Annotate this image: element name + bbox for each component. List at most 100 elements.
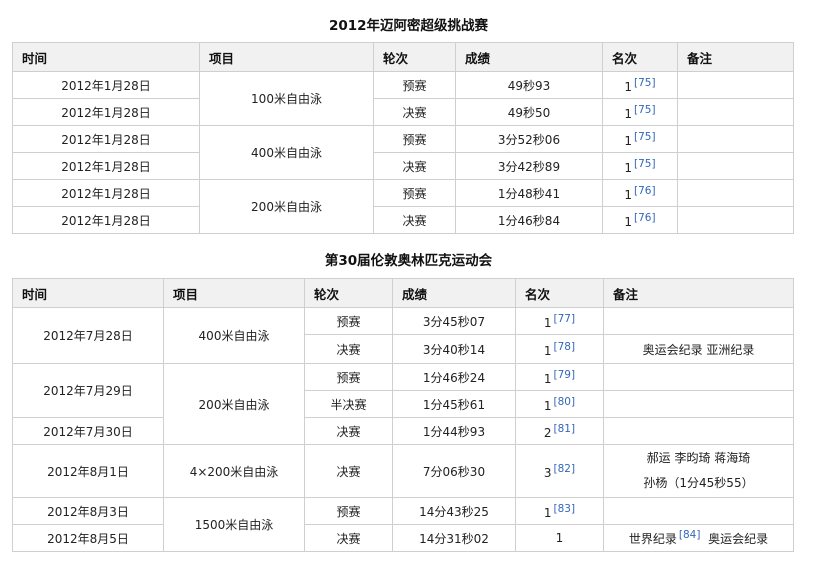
table-row: 2012年8月5日 决赛 14分31秒02 1 世界纪录 [84] 奥运会纪录 bbox=[12, 524, 794, 552]
event-cell: 200米自由泳 bbox=[163, 363, 305, 445]
date-cell: 2012年7月28日 bbox=[12, 307, 164, 364]
date-cell: 2012年7月29日 bbox=[12, 363, 164, 418]
reference-link[interactable]: [77] bbox=[554, 313, 576, 325]
reference-link[interactable]: [78] bbox=[554, 341, 576, 353]
round-cell: 预赛 bbox=[373, 179, 456, 207]
round-cell: 决赛 bbox=[304, 417, 393, 445]
round-cell: 决赛 bbox=[373, 98, 456, 126]
results-table-london: 时间 项目 轮次 成绩 名次 备注 2012年7月28日 400米自由泳 预赛 … bbox=[12, 278, 794, 552]
reference-link[interactable]: [79] bbox=[554, 369, 576, 381]
header-rank: 名次 bbox=[602, 42, 678, 72]
rank-cell: 1 [75] bbox=[602, 71, 678, 99]
notes-cell bbox=[677, 98, 794, 126]
rank-cell: 1 [79] bbox=[515, 363, 604, 391]
rank-value: 1 bbox=[543, 398, 552, 413]
date-cell: 2012年8月3日 bbox=[12, 497, 164, 525]
round-cell: 决赛 bbox=[373, 206, 456, 234]
notes-cell bbox=[677, 71, 794, 99]
table-row: 2012年7月30日 决赛 1分44秒93 2 [81] bbox=[12, 417, 794, 445]
date-cell: 2012年1月28日 bbox=[12, 206, 200, 234]
reference-link[interactable]: [76] bbox=[634, 185, 656, 197]
result-cell: 14分31秒02 bbox=[392, 524, 516, 552]
table-row: 2012年8月1日 4×200米自由泳 决赛 7分06秒30 3 [82] 郝运 … bbox=[12, 444, 794, 498]
event-cell: 400米自由泳 bbox=[199, 125, 374, 180]
reference-link[interactable]: [75] bbox=[634, 158, 656, 170]
rank-value: 1 bbox=[543, 505, 552, 520]
rank-value: 1 bbox=[543, 371, 552, 386]
result-cell: 1分48秒41 bbox=[455, 179, 603, 207]
date-cell: 2012年1月28日 bbox=[12, 125, 200, 153]
relay-team-names: 郝运 李昀琦 蒋海琦 bbox=[646, 451, 751, 465]
rank-value: 1 bbox=[543, 315, 552, 330]
round-cell: 决赛 bbox=[304, 334, 393, 364]
notes-cell bbox=[603, 497, 794, 525]
notes-cell bbox=[677, 179, 794, 207]
round-cell: 预赛 bbox=[373, 71, 456, 99]
rank-value: 1 bbox=[543, 343, 552, 358]
event-cell: 200米自由泳 bbox=[199, 179, 374, 234]
rank-value: 1 bbox=[624, 187, 633, 202]
header-round: 轮次 bbox=[304, 278, 393, 308]
olympic-record-note: 奥运会纪录 bbox=[708, 532, 769, 546]
table-row: 2012年1月28日 决赛 3分42秒89 1 [75] bbox=[12, 152, 794, 180]
world-record-note: 世界纪录 bbox=[628, 532, 677, 546]
table-row: 2012年7月28日 400米自由泳 预赛 3分45秒07 1 [77] bbox=[12, 307, 794, 364]
date-cell: 2012年1月28日 bbox=[12, 179, 200, 207]
header-result: 成绩 bbox=[455, 42, 603, 72]
header-round: 轮次 bbox=[373, 42, 456, 72]
rank-cell: 1 [76] bbox=[602, 206, 678, 234]
rank-cell: 1 [80] bbox=[515, 390, 604, 418]
round-cell: 预赛 bbox=[373, 125, 456, 153]
rank-cell: 1 [78] bbox=[515, 334, 604, 364]
result-cell: 14分43秒25 bbox=[392, 497, 516, 525]
round-cell: 决赛 bbox=[304, 444, 393, 498]
table-caption-miami: 2012年迈阿密超级挑战赛 bbox=[328, 18, 489, 34]
result-cell: 1分45秒61 bbox=[392, 390, 516, 418]
result-cell: 1分46秒84 bbox=[455, 206, 603, 234]
notes-cell: 郝运 李昀琦 蒋海琦 孙杨（1分45秒55） bbox=[603, 444, 794, 498]
rank-cell: 1 bbox=[515, 524, 604, 552]
date-cell: 2012年7月30日 bbox=[12, 417, 164, 445]
table-row: 2012年1月28日 决赛 1分46秒84 1 [76] bbox=[12, 206, 794, 234]
notes-cell: 奥运会纪录 亚洲纪录 bbox=[603, 334, 794, 364]
round-cell: 决赛 bbox=[373, 152, 456, 180]
result-cell: 3分45秒07 bbox=[392, 307, 516, 335]
event-cell: 100米自由泳 bbox=[199, 71, 374, 126]
rank-value: 1 bbox=[624, 214, 633, 229]
header-event: 项目 bbox=[199, 42, 374, 72]
reference-link[interactable]: [81] bbox=[554, 423, 576, 435]
rank-cell: 3 [82] bbox=[515, 444, 604, 498]
result-cell: 3分40秒14 bbox=[392, 334, 516, 364]
notes-cell bbox=[603, 390, 794, 418]
reference-link[interactable]: [75] bbox=[634, 104, 656, 116]
reference-link[interactable]: [80] bbox=[554, 396, 576, 408]
rank-cell: 2 [81] bbox=[515, 417, 604, 445]
event-cell: 400米自由泳 bbox=[163, 307, 305, 364]
event-cell: 4×200米自由泳 bbox=[163, 444, 305, 498]
result-cell: 1分46秒24 bbox=[392, 363, 516, 391]
round-cell: 预赛 bbox=[304, 497, 393, 525]
reference-link[interactable]: [76] bbox=[634, 212, 656, 224]
rank-value: 1 bbox=[555, 531, 564, 545]
rank-cell: 1 [75] bbox=[602, 152, 678, 180]
table-row: 2012年1月28日 200米自由泳 预赛 1分48秒41 1 [76] bbox=[12, 179, 794, 234]
header-event: 项目 bbox=[163, 278, 305, 308]
reference-link[interactable]: [83] bbox=[554, 503, 576, 515]
rank-value: 1 bbox=[624, 106, 633, 121]
date-cell: 2012年8月5日 bbox=[12, 524, 164, 552]
date-cell: 2012年8月1日 bbox=[12, 444, 164, 498]
rank-cell: 1 [77] bbox=[515, 307, 604, 335]
reference-link[interactable]: [75] bbox=[634, 77, 656, 89]
rank-value: 1 bbox=[624, 79, 633, 94]
reference-link[interactable]: [75] bbox=[634, 131, 656, 143]
round-cell: 决赛 bbox=[304, 524, 393, 552]
reference-link[interactable]: [84] bbox=[679, 529, 701, 541]
notes-cell bbox=[677, 206, 794, 234]
header-notes: 备注 bbox=[603, 278, 794, 308]
table-row: 2012年8月3日 1500米自由泳 预赛 14分43秒25 1 [83] bbox=[12, 497, 794, 552]
rank-value: 1 bbox=[624, 133, 633, 148]
round-cell: 预赛 bbox=[304, 363, 393, 391]
reference-link[interactable]: [82] bbox=[554, 463, 576, 475]
table-row: 2012年1月28日 400米自由泳 预赛 3分52秒06 1 [75] bbox=[12, 125, 794, 180]
table-row: 2012年1月28日 100米自由泳 预赛 49秒93 1 [75] bbox=[12, 71, 794, 126]
